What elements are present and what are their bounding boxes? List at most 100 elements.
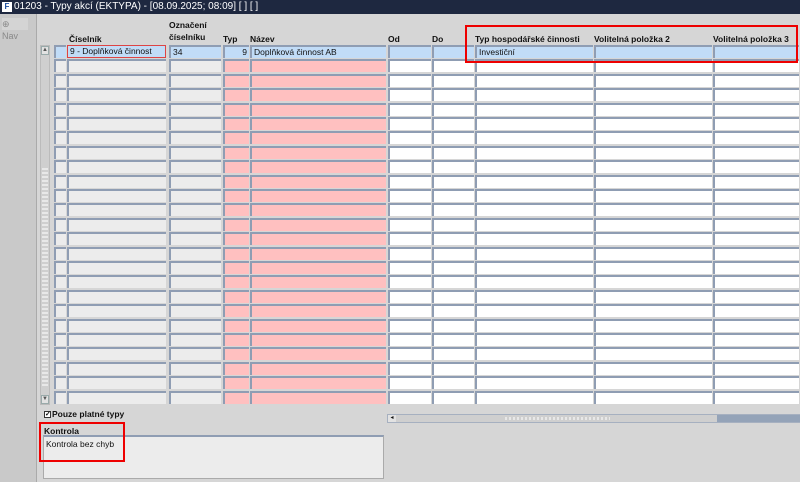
cell-nazev[interactable] xyxy=(250,390,386,404)
cell-typ[interactable] xyxy=(223,145,249,159)
cell-ciselnik[interactable] xyxy=(67,131,166,145)
cell-oznaceni[interactable] xyxy=(169,131,221,145)
cell-typ_hosp[interactable] xyxy=(475,289,593,303)
filter-checkbox[interactable]: ✓Pouze platné typy xyxy=(44,409,124,419)
cell-oznaceni[interactable] xyxy=(169,203,221,217)
cell-vol2[interactable] xyxy=(594,333,712,346)
cell-do[interactable] xyxy=(432,246,474,260)
cell-do[interactable] xyxy=(432,376,474,390)
cell-vol3[interactable] xyxy=(713,304,799,318)
row-selector[interactable] xyxy=(54,102,66,116)
cell-vol2[interactable] xyxy=(594,246,712,260)
table-row[interactable] xyxy=(54,117,800,131)
cell-oznaceni[interactable] xyxy=(169,390,221,404)
cell-ciselnik[interactable] xyxy=(67,289,166,303)
cell-ciselnik[interactable] xyxy=(67,275,166,289)
cell-typ_hosp[interactable] xyxy=(475,232,593,246)
table-row[interactable] xyxy=(54,246,800,261)
table-row[interactable] xyxy=(54,189,800,203)
cell-do[interactable] xyxy=(432,275,474,289)
cell-do[interactable] xyxy=(432,304,474,318)
cell-nazev[interactable] xyxy=(250,361,386,375)
cell-vol2[interactable] xyxy=(594,117,712,130)
cell-vol3[interactable] xyxy=(713,203,799,217)
cell-typ[interactable] xyxy=(223,203,249,217)
cell-ciselnik[interactable]: 9 - Doplňková činnost xyxy=(67,45,166,58)
cell-nazev[interactable] xyxy=(250,275,386,289)
cell-nazev[interactable] xyxy=(250,246,386,260)
table-row[interactable] xyxy=(54,174,800,189)
cell-nazev[interactable] xyxy=(250,232,386,246)
cell-vol2[interactable] xyxy=(594,73,712,87)
cell-ciselnik[interactable] xyxy=(67,73,166,87)
table-row[interactable] xyxy=(54,376,800,390)
cell-typ[interactable] xyxy=(223,73,249,87)
row-selector[interactable] xyxy=(54,59,66,73)
cell-vol3[interactable] xyxy=(713,390,799,404)
cell-do[interactable] xyxy=(432,189,474,202)
cell-typ_hosp[interactable] xyxy=(475,88,593,102)
cell-oznaceni[interactable] xyxy=(169,145,221,159)
cell-od[interactable] xyxy=(388,102,431,116)
cell-typ_hosp[interactable] xyxy=(475,59,593,73)
cell-vol3[interactable] xyxy=(713,361,799,375)
cell-typ[interactable] xyxy=(223,246,249,260)
row-selector[interactable] xyxy=(54,189,66,202)
cell-vol3[interactable] xyxy=(713,275,799,289)
cell-oznaceni[interactable] xyxy=(169,289,221,303)
cell-typ[interactable] xyxy=(223,117,249,130)
cell-vol2[interactable] xyxy=(594,45,712,58)
cell-vol3[interactable] xyxy=(713,145,799,159)
cell-oznaceni[interactable] xyxy=(169,189,221,202)
cell-vol2[interactable] xyxy=(594,347,712,361)
cell-do[interactable] xyxy=(432,88,474,102)
cell-nazev[interactable] xyxy=(250,117,386,130)
row-selector[interactable] xyxy=(54,174,66,188)
cell-oznaceni[interactable] xyxy=(169,73,221,87)
cell-typ[interactable] xyxy=(223,131,249,145)
cell-do[interactable] xyxy=(432,232,474,246)
cell-vol2[interactable] xyxy=(594,304,712,318)
table-row[interactable] xyxy=(54,275,800,289)
cell-od[interactable] xyxy=(388,376,431,390)
cell-nazev[interactable] xyxy=(250,131,386,145)
cell-do[interactable] xyxy=(432,59,474,73)
cell-typ_hosp[interactable] xyxy=(475,145,593,159)
cell-do[interactable] xyxy=(432,390,474,404)
cell-od[interactable] xyxy=(388,160,431,174)
cell-oznaceni[interactable] xyxy=(169,217,221,231)
row-selector[interactable] xyxy=(54,376,66,390)
cell-vol3[interactable] xyxy=(713,59,799,73)
cell-typ[interactable] xyxy=(223,174,249,188)
cell-ciselnik[interactable] xyxy=(67,261,166,274)
cell-vol2[interactable] xyxy=(594,318,712,332)
cell-nazev[interactable] xyxy=(250,203,386,217)
cell-oznaceni[interactable] xyxy=(169,304,221,318)
cell-typ[interactable] xyxy=(223,390,249,404)
row-selector[interactable] xyxy=(54,361,66,375)
cell-typ[interactable] xyxy=(223,88,249,102)
cell-ciselnik[interactable] xyxy=(67,145,166,159)
cell-typ[interactable] xyxy=(223,361,249,375)
cell-od[interactable] xyxy=(388,246,431,260)
row-selector[interactable] xyxy=(54,304,66,318)
cell-nazev[interactable] xyxy=(250,145,386,159)
table-row[interactable] xyxy=(54,145,800,160)
row-selector[interactable] xyxy=(54,232,66,246)
cell-nazev[interactable] xyxy=(250,289,386,303)
cell-ciselnik[interactable] xyxy=(67,88,166,102)
cell-do[interactable] xyxy=(432,160,474,174)
cell-vol3[interactable] xyxy=(713,160,799,174)
cell-vol3[interactable] xyxy=(713,289,799,303)
cell-oznaceni[interactable] xyxy=(169,246,221,260)
cell-vol2[interactable] xyxy=(594,203,712,217)
cell-od[interactable] xyxy=(388,318,431,332)
cell-vol2[interactable] xyxy=(594,189,712,202)
scroll-up-icon[interactable]: ▲ xyxy=(41,46,49,55)
cell-ciselnik[interactable] xyxy=(67,361,166,375)
cell-nazev[interactable] xyxy=(250,376,386,390)
cell-typ[interactable] xyxy=(223,376,249,390)
row-selector[interactable] xyxy=(54,217,66,231)
row-selector[interactable] xyxy=(54,117,66,130)
cell-nazev[interactable] xyxy=(250,333,386,346)
